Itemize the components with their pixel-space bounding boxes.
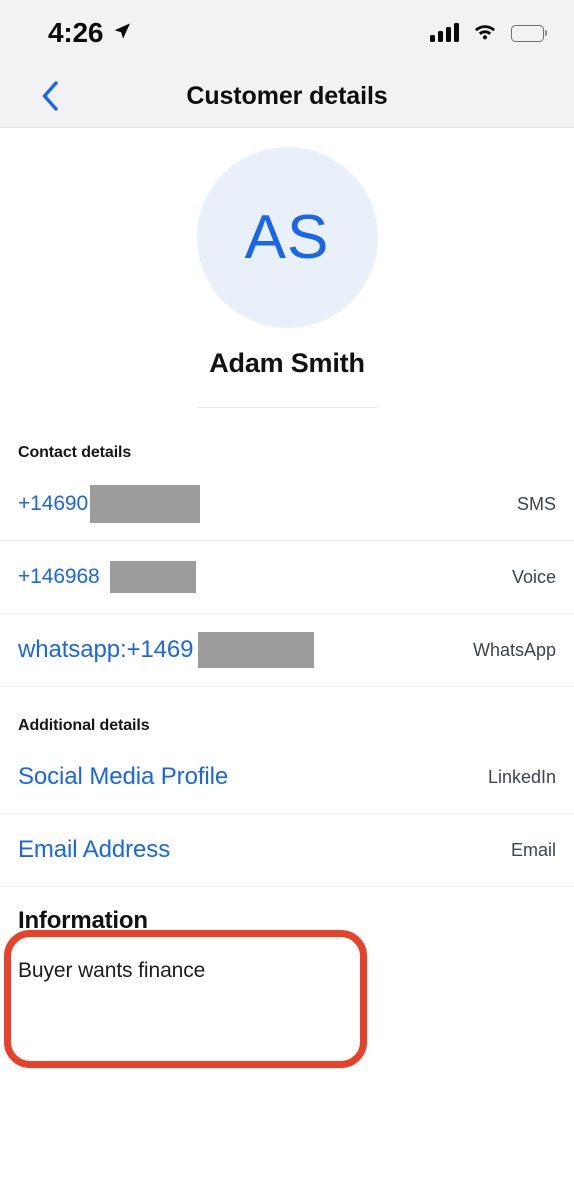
contact-row-voice[interactable]: +146968 Voice bbox=[0, 541, 574, 614]
additional-value-social-media-profile: Social Media Profile bbox=[18, 763, 229, 790]
profile-divider bbox=[197, 407, 377, 408]
location-arrow-icon bbox=[112, 21, 132, 46]
additional-details-list: Social Media Profile LinkedIn Email Addr… bbox=[0, 741, 574, 887]
wifi-icon bbox=[473, 22, 497, 45]
navigation-bar: Customer details bbox=[0, 66, 574, 128]
information-title: Information bbox=[18, 907, 148, 934]
information-body: Buyer wants finance bbox=[18, 959, 206, 982]
contact-row-sms-left: +14690 bbox=[18, 485, 200, 523]
contact-kind-whatsapp: WhatsApp bbox=[472, 639, 556, 660]
redaction-overlay bbox=[90, 485, 200, 523]
contact-value-whatsapp: whatsapp:+1469 bbox=[18, 636, 194, 663]
additional-kind-email: Email bbox=[510, 839, 556, 860]
contact-kind-sms: SMS bbox=[516, 493, 556, 514]
page-title: Customer details bbox=[186, 82, 388, 110]
cellular-signal-icon bbox=[430, 23, 459, 42]
back-button[interactable] bbox=[24, 66, 76, 128]
information-section: Information Buyer wants finance bbox=[0, 907, 574, 983]
additional-value-email-address: Email Address bbox=[18, 836, 171, 863]
customer-name: Adam Smith bbox=[209, 348, 365, 378]
profile-header: AS Adam Smith bbox=[0, 129, 574, 408]
additional-details-header: Additional details bbox=[18, 717, 150, 734]
status-bar-right bbox=[430, 22, 547, 45]
contact-details-list: +14690 SMS +146968 Voice whatsapp:+1469 … bbox=[0, 468, 574, 687]
redaction-overlay bbox=[198, 632, 314, 668]
contact-row-voice-left: +146968 bbox=[18, 561, 196, 593]
status-bar: 4:26 bbox=[0, 0, 574, 66]
contact-details-header: Contact details bbox=[18, 444, 132, 461]
additional-kind-linkedin: LinkedIn bbox=[487, 766, 556, 787]
content-area: AS Adam Smith Contact details +14690 SMS… bbox=[0, 129, 574, 983]
avatar-initials: AS bbox=[244, 203, 330, 272]
contact-row-whatsapp[interactable]: whatsapp:+1469 WhatsApp bbox=[0, 614, 574, 687]
contact-value-sms: +14690 bbox=[18, 492, 89, 515]
status-bar-left: 4:26 bbox=[48, 19, 132, 47]
additional-row-social-media-profile[interactable]: Social Media Profile LinkedIn bbox=[0, 741, 574, 814]
contact-row-whatsapp-left: whatsapp:+1469 bbox=[18, 632, 314, 668]
phone-screen: 4:26 Customer details AS Adam Smith Cont… bbox=[0, 0, 574, 1178]
status-time: 4:26 bbox=[48, 17, 104, 48]
battery-full-icon bbox=[511, 24, 547, 42]
chevron-left-icon bbox=[40, 80, 60, 115]
additional-row-email-address[interactable]: Email Address Email bbox=[0, 814, 574, 887]
contact-kind-voice: Voice bbox=[511, 566, 556, 587]
contact-value-voice: +146968 bbox=[18, 565, 100, 588]
contact-row-sms[interactable]: +14690 SMS bbox=[0, 468, 574, 541]
avatar: AS bbox=[196, 147, 378, 328]
redaction-overlay bbox=[110, 561, 196, 593]
